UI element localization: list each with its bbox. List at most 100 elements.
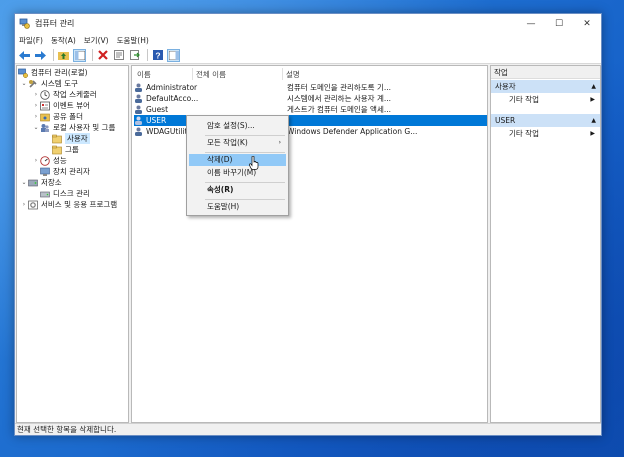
minimize-button[interactable]: — xyxy=(517,14,545,33)
user-name: DefaultAcco... xyxy=(146,94,199,103)
submenu-arrow-icon: › xyxy=(278,139,281,146)
tree-label: 장치 관리자 xyxy=(53,167,90,176)
window-title: 컴퓨터 관리 xyxy=(35,19,75,28)
actions-section-users[interactable]: 사용자 ▲ xyxy=(491,80,600,93)
menu-action[interactable]: 동작(A) xyxy=(51,35,76,46)
toolbar-separator xyxy=(147,49,148,61)
user-name: Guest xyxy=(146,105,169,114)
expand-arrow-icon[interactable]: › xyxy=(32,113,40,120)
tree-item-device-manager[interactable]: 장치 관리자 xyxy=(40,166,90,177)
forward-arrow-icon xyxy=(35,50,46,60)
tree-label: 시스템 도구 xyxy=(41,79,78,88)
services-icon xyxy=(28,200,38,209)
tree-item-local-users-groups[interactable]: ⌄ 로컬 사용자 및 그룹 xyxy=(32,122,115,133)
computer-management-window: 컴퓨터 관리 — ☐ ✕ 파일(F) 동작(A) 보기(V) 도움말(H) ? … xyxy=(14,13,602,436)
section-label: USER xyxy=(495,116,516,125)
performance-icon xyxy=(40,155,50,166)
column-header-name[interactable]: 이름 xyxy=(137,68,151,80)
table-row[interactable]: Administrator 컴퓨터 도메인을 관리하도록 기... xyxy=(134,82,487,93)
collapse-arrow-icon[interactable]: ⌄ xyxy=(20,80,28,87)
tree-item-users[interactable]: 사용자 xyxy=(52,133,90,144)
tree-item-disk-management[interactable]: 디스크 관리 xyxy=(40,188,90,199)
title-bar[interactable]: 컴퓨터 관리 — ☐ ✕ xyxy=(15,14,601,33)
tree-item-system-tools[interactable]: ⌄ 시스템 도구 xyxy=(20,78,78,89)
properties-icon xyxy=(113,50,124,60)
computer-management-icon xyxy=(19,18,30,29)
tree-item-performance[interactable]: › 성능 xyxy=(32,155,67,166)
expand-arrow-icon[interactable]: › xyxy=(32,91,40,98)
tree-label: 로컬 사용자 및 그룹 xyxy=(53,123,116,132)
tree-label: 그룹 xyxy=(65,145,79,154)
delete-toolbar-button[interactable] xyxy=(96,49,109,62)
table-row[interactable]: DefaultAcco... 시스템에서 관리하는 사용자 계... xyxy=(134,93,487,104)
column-divider[interactable] xyxy=(192,68,193,80)
back-button[interactable] xyxy=(18,49,31,62)
collapse-arrow-icon[interactable]: ⌄ xyxy=(32,124,40,131)
tree-item-storage[interactable]: ⌄ 저장소 xyxy=(20,177,62,188)
up-level-button[interactable] xyxy=(57,49,70,62)
menu-separator xyxy=(205,182,285,183)
context-item-properties[interactable]: 속성(R) xyxy=(189,184,286,196)
forward-button[interactable] xyxy=(34,49,47,62)
context-item-help[interactable]: 도움말(H) xyxy=(189,201,286,213)
context-item-all-tasks[interactable]: 모든 작업(K) › xyxy=(189,137,286,149)
context-menu: 암호 설정(S)... 모든 작업(K) › 삭제(D) 이름 바꾸기(M) 속… xyxy=(186,115,289,216)
tree-item-root[interactable]: 컴퓨터 관리(로컬) xyxy=(18,67,88,78)
toolbar: ? xyxy=(15,47,601,64)
maximize-button[interactable]: ☐ xyxy=(545,14,573,33)
console-tree-icon xyxy=(74,50,85,60)
action-pane-toggle-button[interactable] xyxy=(167,48,180,62)
tree-item-services-applications[interactable]: › 서비스 및 응용 프로그램 xyxy=(20,199,117,210)
collapse-triangle-icon[interactable]: ▲ xyxy=(591,114,596,127)
storage-icon xyxy=(28,179,38,186)
export-list-button[interactable] xyxy=(128,49,141,62)
column-divider[interactable] xyxy=(282,68,283,80)
collapse-triangle-icon[interactable]: ▲ xyxy=(591,80,596,93)
action-more-actions-user[interactable]: 기타 작업 ▶ xyxy=(491,127,600,140)
menu-separator xyxy=(205,135,285,136)
column-header-description[interactable]: 설명 xyxy=(286,68,300,80)
tree-item-event-viewer[interactable]: › 이벤트 뷰어 xyxy=(32,100,90,111)
context-item-set-password[interactable]: 암호 설정(S)... xyxy=(189,120,286,132)
tree-label: 성능 xyxy=(53,156,67,165)
column-header-full-name[interactable]: 전체 이름 xyxy=(196,68,226,80)
menu-file[interactable]: 파일(F) xyxy=(19,35,43,46)
collapse-arrow-icon[interactable]: ⌄ xyxy=(20,179,28,186)
action-pane-icon xyxy=(168,50,179,60)
section-label: 사용자 xyxy=(495,82,516,91)
user-icon xyxy=(135,105,142,114)
properties-toolbar-button[interactable] xyxy=(112,49,125,62)
user-description: Windows Defender Application G... xyxy=(287,127,418,136)
device-manager-icon xyxy=(40,167,50,176)
tree-item-groups[interactable]: 그룹 xyxy=(52,144,79,155)
action-label: 기타 작업 xyxy=(509,95,539,104)
action-more-actions-users[interactable]: 기타 작업 ▶ xyxy=(491,93,600,106)
expand-arrow-icon[interactable]: › xyxy=(32,102,40,109)
console-tree-pane: 컴퓨터 관리(로컬) ⌄ 시스템 도구 › 작업 스케줄러 › 이벤트 뷰어 ›… xyxy=(16,65,129,423)
actions-section-user[interactable]: USER ▲ xyxy=(491,114,600,127)
close-button[interactable]: ✕ xyxy=(573,14,601,33)
table-row[interactable]: Guest 게스트가 컴퓨터 도메인을 액세... xyxy=(134,104,487,115)
menu-label: 모든 작업(K) xyxy=(207,138,248,147)
show-hide-tree-button[interactable] xyxy=(73,48,86,62)
expand-arrow-icon[interactable]: › xyxy=(32,157,40,164)
menu-view[interactable]: 보기(V) xyxy=(84,35,109,46)
help-toolbar-button[interactable]: ? xyxy=(151,49,164,62)
tree-label: 이벤트 뷰어 xyxy=(53,101,90,110)
menu-help[interactable]: 도움말(H) xyxy=(117,35,149,46)
tree-label: 저장소 xyxy=(41,178,62,187)
shared-folder-icon xyxy=(40,113,50,121)
context-item-rename[interactable]: 이름 바꾸기(M) xyxy=(189,167,286,179)
submenu-arrow-icon: ▶ xyxy=(590,130,595,137)
tree-item-task-scheduler[interactable]: › 작업 스케줄러 xyxy=(32,89,97,100)
tree-label: 디스크 관리 xyxy=(53,189,90,198)
expand-arrow-icon[interactable]: › xyxy=(20,201,28,208)
user-list-pane: 이름 전체 이름 설명 Administrator 컴퓨터 도메인을 관리하도록… xyxy=(131,65,488,423)
user-description: 컴퓨터 도메인을 관리하도록 기... xyxy=(287,83,392,92)
status-bar: 현재 선택한 항목을 삭제합니다. xyxy=(15,423,601,435)
user-name: Administrator xyxy=(146,83,198,92)
tree-item-shared-folders[interactable]: › 공유 폴더 xyxy=(32,111,83,122)
disk-icon xyxy=(40,191,50,197)
context-item-delete[interactable]: 삭제(D) xyxy=(189,154,286,166)
action-label: 기타 작업 xyxy=(509,129,539,138)
